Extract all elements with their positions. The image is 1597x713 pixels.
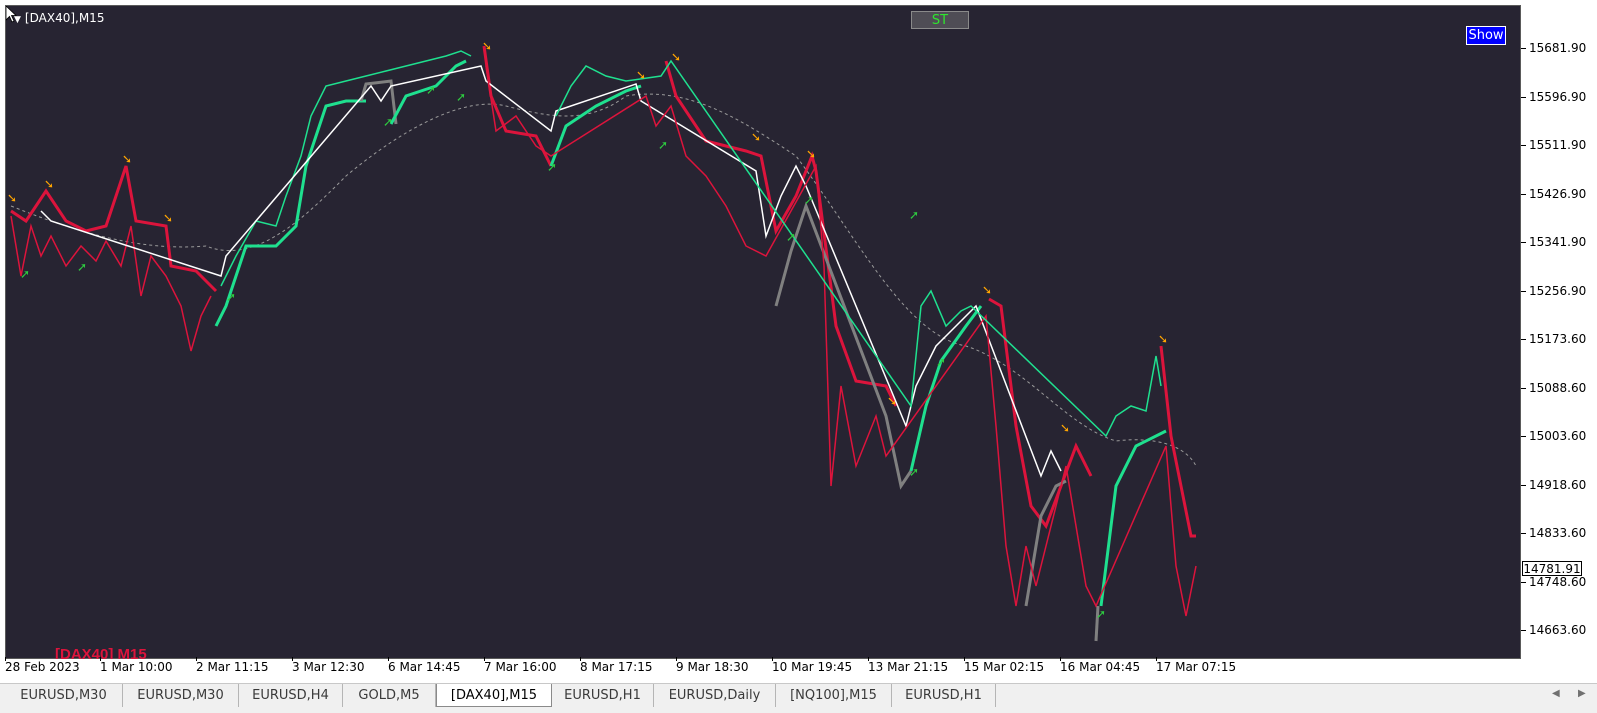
buy-arrow-icon: ➚ bbox=[804, 193, 814, 207]
scroll-left-icon[interactable]: ◀ bbox=[1552, 688, 1560, 699]
price-label: 14663.60 bbox=[1529, 623, 1587, 637]
buy-arrow-icon: ➚ bbox=[226, 290, 236, 304]
chart-tab[interactable]: [NQ100],M15 bbox=[776, 684, 892, 707]
current-price-label: 14781.91 bbox=[1522, 561, 1582, 576]
buy-arrow-icon: ➚ bbox=[909, 208, 919, 222]
price-label: 15256.90 bbox=[1529, 284, 1587, 298]
chart-title-text: [DAX40],M15 bbox=[24, 11, 105, 25]
price-tick bbox=[1521, 242, 1526, 243]
price-label: 14918.60 bbox=[1529, 478, 1587, 492]
time-axis[interactable]: 28 Feb 2023 1 Mar 10:00 2 Mar 11:15 3 Ma… bbox=[0, 657, 1521, 681]
sell-arrow-icon: ➘ bbox=[671, 50, 681, 64]
price-tick bbox=[1521, 291, 1526, 292]
buy-arrow-icon: ➚ bbox=[1096, 607, 1106, 621]
time-label: 1 Mar 10:00 bbox=[100, 660, 173, 674]
buy-arrow-icon: ➚ bbox=[786, 230, 796, 244]
chart-plot-area[interactable]: ➘ ➘ ➘ ➘ ➘ ➘ ➘ ➘ ➘ ➘ ➘ ➘ ➘ ➚ ➚ ➚ ➚ ➚ ➚ ➚ … bbox=[5, 5, 1521, 663]
price-label: 15426.90 bbox=[1529, 187, 1587, 201]
sell-arrow-icon: ➘ bbox=[1060, 421, 1070, 435]
scroll-right-icon[interactable]: ▶ bbox=[1578, 688, 1586, 699]
time-label: 3 Mar 12:30 bbox=[292, 660, 365, 674]
sell-arrow-icon: ➘ bbox=[806, 147, 816, 161]
sell-arrow-icon: ➘ bbox=[751, 130, 761, 144]
buy-arrow-icon: ➚ bbox=[547, 160, 557, 174]
time-label: 9 Mar 18:30 bbox=[676, 660, 749, 674]
chart-tab[interactable]: EURUSD,M30 bbox=[5, 684, 123, 707]
sell-arrow-icon: ➘ bbox=[122, 152, 132, 166]
chart-title[interactable]: ▼ [DAX40],M15 bbox=[14, 11, 104, 25]
price-label: 15173.60 bbox=[1529, 332, 1587, 346]
sell-arrow-markers: ➘ ➘ ➘ ➘ ➘ ➘ ➘ ➘ ➘ ➘ ➘ ➘ ➘ bbox=[7, 39, 1168, 435]
sell-arrow-icon: ➘ bbox=[982, 283, 992, 297]
buy-arrow-icon: ➚ bbox=[936, 355, 946, 369]
time-label: 2 Mar 11:15 bbox=[196, 660, 269, 674]
time-label: 13 Mar 21:15 bbox=[868, 660, 949, 674]
price-tick bbox=[1521, 485, 1526, 486]
supertrend-up-segment bbox=[909, 305, 983, 472]
price-label: 15003.60 bbox=[1529, 429, 1587, 443]
sell-arrow-icon: ➘ bbox=[7, 191, 17, 205]
chart-tab-bar: EURUSD,M30 EURUSD,M30 EURUSD,H4 GOLD,M5 … bbox=[0, 683, 1597, 713]
price-tick bbox=[1521, 630, 1526, 631]
buy-arrow-icon: ➚ bbox=[383, 115, 393, 129]
price-label: 15341.90 bbox=[1529, 235, 1587, 249]
buy-arrow-icon: ➚ bbox=[426, 83, 436, 97]
buy-arrow-icon: ➚ bbox=[909, 465, 919, 479]
price-label: 15681.90 bbox=[1529, 41, 1587, 55]
st-button[interactable]: ST bbox=[911, 11, 969, 29]
supertrend-down-segment bbox=[988, 297, 1093, 530]
chart-tab[interactable]: EURUSD,H1 bbox=[552, 684, 654, 707]
time-label: 10 Mar 19:45 bbox=[772, 660, 853, 674]
price-tick bbox=[1521, 436, 1526, 437]
supertrend-down-segment bbox=[1159, 345, 1196, 538]
chart-tab[interactable]: EURUSD,H1 bbox=[892, 684, 996, 707]
buy-arrow-icon: ➚ bbox=[20, 267, 30, 281]
price-tick bbox=[1521, 48, 1526, 49]
time-label: 6 Mar 14:45 bbox=[388, 660, 461, 674]
chart-tab[interactable]: EURUSD,Daily bbox=[654, 684, 776, 707]
sell-arrow-icon: ➘ bbox=[1158, 332, 1168, 346]
price-tick bbox=[1521, 194, 1526, 195]
time-label: 7 Mar 16:00 bbox=[484, 660, 557, 674]
price-axis[interactable]: 15681.90 15596.90 15511.90 15426.90 1534… bbox=[1521, 0, 1597, 662]
chart-tab[interactable]: EURUSD,M30 bbox=[123, 684, 239, 707]
supertrend-down-segment bbox=[10, 165, 218, 293]
chart-tab[interactable]: GOLD,M5 bbox=[343, 684, 436, 707]
mouse-cursor-icon bbox=[6, 6, 18, 23]
sell-arrow-icon: ➘ bbox=[482, 39, 492, 53]
price-label: 15596.90 bbox=[1529, 90, 1587, 104]
sell-arrow-icon: ➘ bbox=[636, 68, 646, 82]
sell-arrow-icon: ➘ bbox=[44, 177, 54, 191]
price-tick bbox=[1521, 388, 1526, 389]
time-label: 15 Mar 02:15 bbox=[964, 660, 1045, 674]
time-label: 8 Mar 17:15 bbox=[580, 660, 653, 674]
time-label: 17 Mar 07:15 bbox=[1156, 660, 1237, 674]
show-button[interactable]: Show bbox=[1466, 26, 1506, 45]
time-label: 16 Mar 04:45 bbox=[1060, 660, 1141, 674]
time-label: 28 Feb 2023 bbox=[5, 660, 80, 674]
price-series-down bbox=[10, 215, 212, 352]
moving-average-line bbox=[10, 93, 1197, 467]
price-label: 14833.60 bbox=[1529, 526, 1587, 540]
sell-arrow-icon: ➘ bbox=[163, 211, 173, 225]
price-label: 15511.90 bbox=[1529, 138, 1587, 152]
chart-tab[interactable]: EURUSD,H4 bbox=[239, 684, 343, 707]
buy-arrow-icon: ➚ bbox=[658, 138, 668, 152]
price-label: 15088.60 bbox=[1529, 381, 1587, 395]
price-chart: ➘ ➘ ➘ ➘ ➘ ➘ ➘ ➘ ➘ ➘ ➘ ➘ ➘ ➚ ➚ ➚ ➚ ➚ ➚ ➚ … bbox=[7, 39, 1197, 642]
chart-window[interactable]: ➘ ➘ ➘ ➘ ➘ ➘ ➘ ➘ ➘ ➘ ➘ ➘ ➘ ➚ ➚ ➚ ➚ ➚ ➚ ➚ … bbox=[0, 0, 1597, 683]
buy-arrow-icon: ➚ bbox=[77, 260, 87, 274]
price-label: 14748.60 bbox=[1529, 575, 1587, 589]
price-series-up bbox=[555, 59, 1162, 438]
buy-arrow-icon: ➚ bbox=[456, 90, 466, 104]
price-tick bbox=[1521, 145, 1526, 146]
price-tick bbox=[1521, 582, 1526, 583]
chart-tab-active[interactable]: [DAX40],M15 bbox=[436, 684, 552, 707]
price-tick bbox=[1521, 97, 1526, 98]
buy-arrow-markers: ➚ ➚ ➚ ➚ ➚ ➚ ➚ ➚ ➚ ➚ ➚ ➚ ➚ ➚ bbox=[20, 83, 1106, 621]
supertrend-up-segment bbox=[214, 99, 366, 327]
price-tick bbox=[1521, 533, 1526, 534]
sell-arrow-icon: ➘ bbox=[887, 394, 897, 408]
price-tick bbox=[1521, 339, 1526, 340]
